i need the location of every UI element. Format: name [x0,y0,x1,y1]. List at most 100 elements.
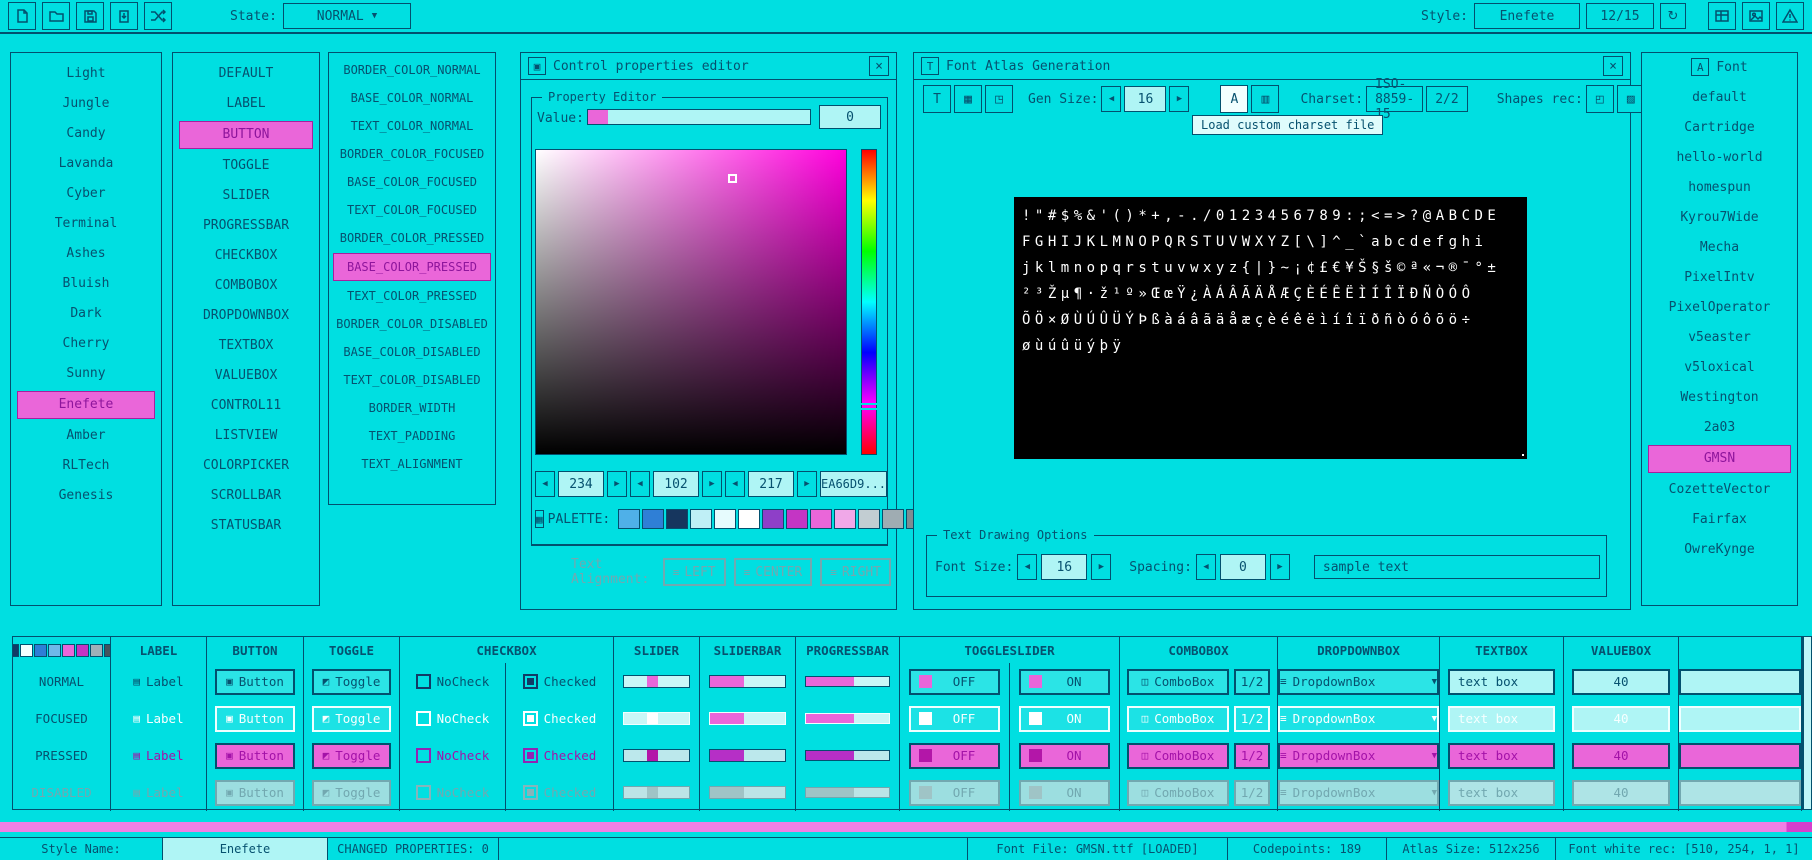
align-center-button[interactable]: ≡ CENTER [734,558,813,586]
control-item-combobox[interactable]: COMBOBOX [179,273,313,299]
palette-swatch-4[interactable] [714,509,736,529]
control-item-valuebox[interactable]: VALUEBOX [179,363,313,389]
style-item-amber[interactable]: Amber [17,423,155,449]
style-item-jungle[interactable]: Jungle [17,91,155,117]
hue-slider-handle[interactable] [859,403,879,410]
gen-size-increment-button[interactable]: ▶ [1169,86,1189,112]
font-item-default[interactable]: default [1648,85,1791,111]
font-item-v5easter[interactable]: v5easter [1648,325,1791,351]
property-item-text-padding[interactable]: TEXT_PADDING [333,423,491,449]
charset-page-box[interactable]: 2/2 [1426,86,1467,112]
red-value-box[interactable]: 234 [558,471,604,497]
property-item-text-color-disabled[interactable]: TEXT_COLOR_DISABLED [333,367,491,393]
palette-swatch-10[interactable] [858,509,880,529]
red-increment-button[interactable]: ▶ [607,471,627,497]
spacing-decrement-button[interactable]: ◀ [1196,554,1216,580]
property-item-base-color-focused[interactable]: BASE_COLOR_FOCUSED [333,169,491,195]
shapes-rec-button-1[interactable]: ◰ [1586,85,1614,113]
control-item-textbox[interactable]: TEXTBOX [179,333,313,359]
control-item-listview[interactable]: LISTVIEW [179,423,313,449]
palette-swatch-7[interactable] [786,509,808,529]
prop-window-close-button[interactable]: × [869,56,889,76]
property-item-border-width[interactable]: BORDER_WIDTH [333,395,491,421]
style-item-cherry[interactable]: Cherry [17,331,155,357]
green-decrement-button[interactable]: ◀ [630,471,650,497]
style-item-terminal[interactable]: Terminal [17,211,155,237]
align-right-button[interactable]: ≡ RIGHT [820,558,891,586]
load-style-button[interactable] [42,2,70,30]
style-item-rltech[interactable]: RLTech [17,453,155,479]
control-item-control11[interactable]: CONTROL11 [179,393,313,419]
style-image-button[interactable] [1742,2,1770,30]
property-item-border-color-pressed[interactable]: BORDER_COLOR_PRESSED [333,225,491,251]
palette-swatch-0[interactable] [618,509,640,529]
green-increment-button[interactable]: ▶ [702,471,722,497]
random-style-button[interactable] [144,2,172,30]
report-issue-button[interactable] [1776,2,1804,30]
table-image-button[interactable] [1708,2,1736,30]
property-item-base-color-pressed[interactable]: BASE_COLOR_PRESSED [333,253,491,281]
style-item-cyber[interactable]: Cyber [17,181,155,207]
control-item-slider[interactable]: SLIDER [179,183,313,209]
blue-decrement-button[interactable]: ◀ [725,471,745,497]
export-style-button[interactable] [110,2,138,30]
atlas-view-button[interactable]: ▦ [954,85,982,113]
property-item-text-alignment[interactable]: TEXT_ALIGNMENT [333,451,491,477]
font-item-mecha[interactable]: Mecha [1648,235,1791,261]
hex-value-box[interactable]: EA66D9... [820,471,887,497]
blue-value-box[interactable]: 217 [748,471,794,497]
style-item-dark[interactable]: Dark [17,301,155,327]
palette-swatch-11[interactable] [882,509,904,529]
style-item-bluish[interactable]: Bluish [17,271,155,297]
hue-slider[interactable] [861,149,877,455]
property-item-border-color-focused[interactable]: BORDER_COLOR_FOCUSED [333,141,491,167]
property-item-border-color-disabled[interactable]: BORDER_COLOR_DISABLED [333,311,491,337]
style-item-light[interactable]: Light [17,61,155,87]
font-item-kyrou7wide[interactable]: Kyrou7Wide [1648,205,1791,231]
unload-font-button[interactable]: ◳ [985,85,1013,113]
font-size-increment-button[interactable]: ▶ [1091,554,1111,580]
style-item-ashes[interactable]: Ashes [17,241,155,267]
value-box[interactable]: 0 [819,105,881,129]
spacing-box[interactable]: 0 [1220,554,1266,580]
property-item-base-color-disabled[interactable]: BASE_COLOR_DISABLED [333,339,491,365]
font-item-fairfax[interactable]: Fairfax [1648,507,1791,533]
state-dropdown[interactable]: NORMAL ▼ [283,3,411,29]
font-size-decrement-button[interactable]: ◀ [1017,554,1037,580]
style-item-candy[interactable]: Candy [17,121,155,147]
prop-window-titlebar[interactable]: ▣ Control properties editor × [521,53,896,80]
control-item-toggle[interactable]: TOGGLE [179,153,313,179]
palette-swatch-8[interactable] [810,509,832,529]
font-item-westington[interactable]: Westington [1648,385,1791,411]
table-scrollbar[interactable] [1803,636,1812,810]
palette-swatch-5[interactable] [738,509,760,529]
color-picker-panel[interactable] [535,149,847,455]
value-slider[interactable] [587,109,811,125]
style-item-lavanda[interactable]: Lavanda [17,151,155,177]
style-name-box[interactable]: Enefete [1474,3,1580,29]
font-item-owrekynge[interactable]: OwreKynge [1648,537,1791,563]
sample-text-input[interactable] [1314,555,1600,579]
control-item-statusbar[interactable]: STATUSBAR [179,513,313,539]
control-item-colorpicker[interactable]: COLORPICKER [179,453,313,479]
font-item-pixeloperator[interactable]: PixelOperator [1648,295,1791,321]
charset-box[interactable]: ISO-8859-15 [1366,86,1423,112]
font-item-cozettevector[interactable]: CozetteVector [1648,477,1791,503]
font-item-cartridge[interactable]: Cartridge [1648,115,1791,141]
palette-swatch-9[interactable] [834,509,856,529]
green-value-box[interactable]: 102 [653,471,699,497]
gen-size-box[interactable]: 16 [1124,86,1166,112]
palette-swatch-1[interactable] [642,509,664,529]
style-item-sunny[interactable]: Sunny [17,361,155,387]
red-decrement-button[interactable]: ◀ [535,471,555,497]
font-item-2a03[interactable]: 2a03 [1648,415,1791,441]
load-charset-button[interactable]: A [1220,85,1248,113]
load-font-button[interactable]: T [923,85,951,113]
spacing-increment-button[interactable]: ▶ [1270,554,1290,580]
style-item-genesis[interactable]: Genesis [17,483,155,509]
font-item-homespun[interactable]: homespun [1648,175,1791,201]
font-item-gmsn[interactable]: GMSN [1648,445,1791,473]
align-left-button[interactable]: ≡ LEFT [663,558,726,586]
palette-swatch-2[interactable] [666,509,688,529]
palette-swatch-6[interactable] [762,509,784,529]
